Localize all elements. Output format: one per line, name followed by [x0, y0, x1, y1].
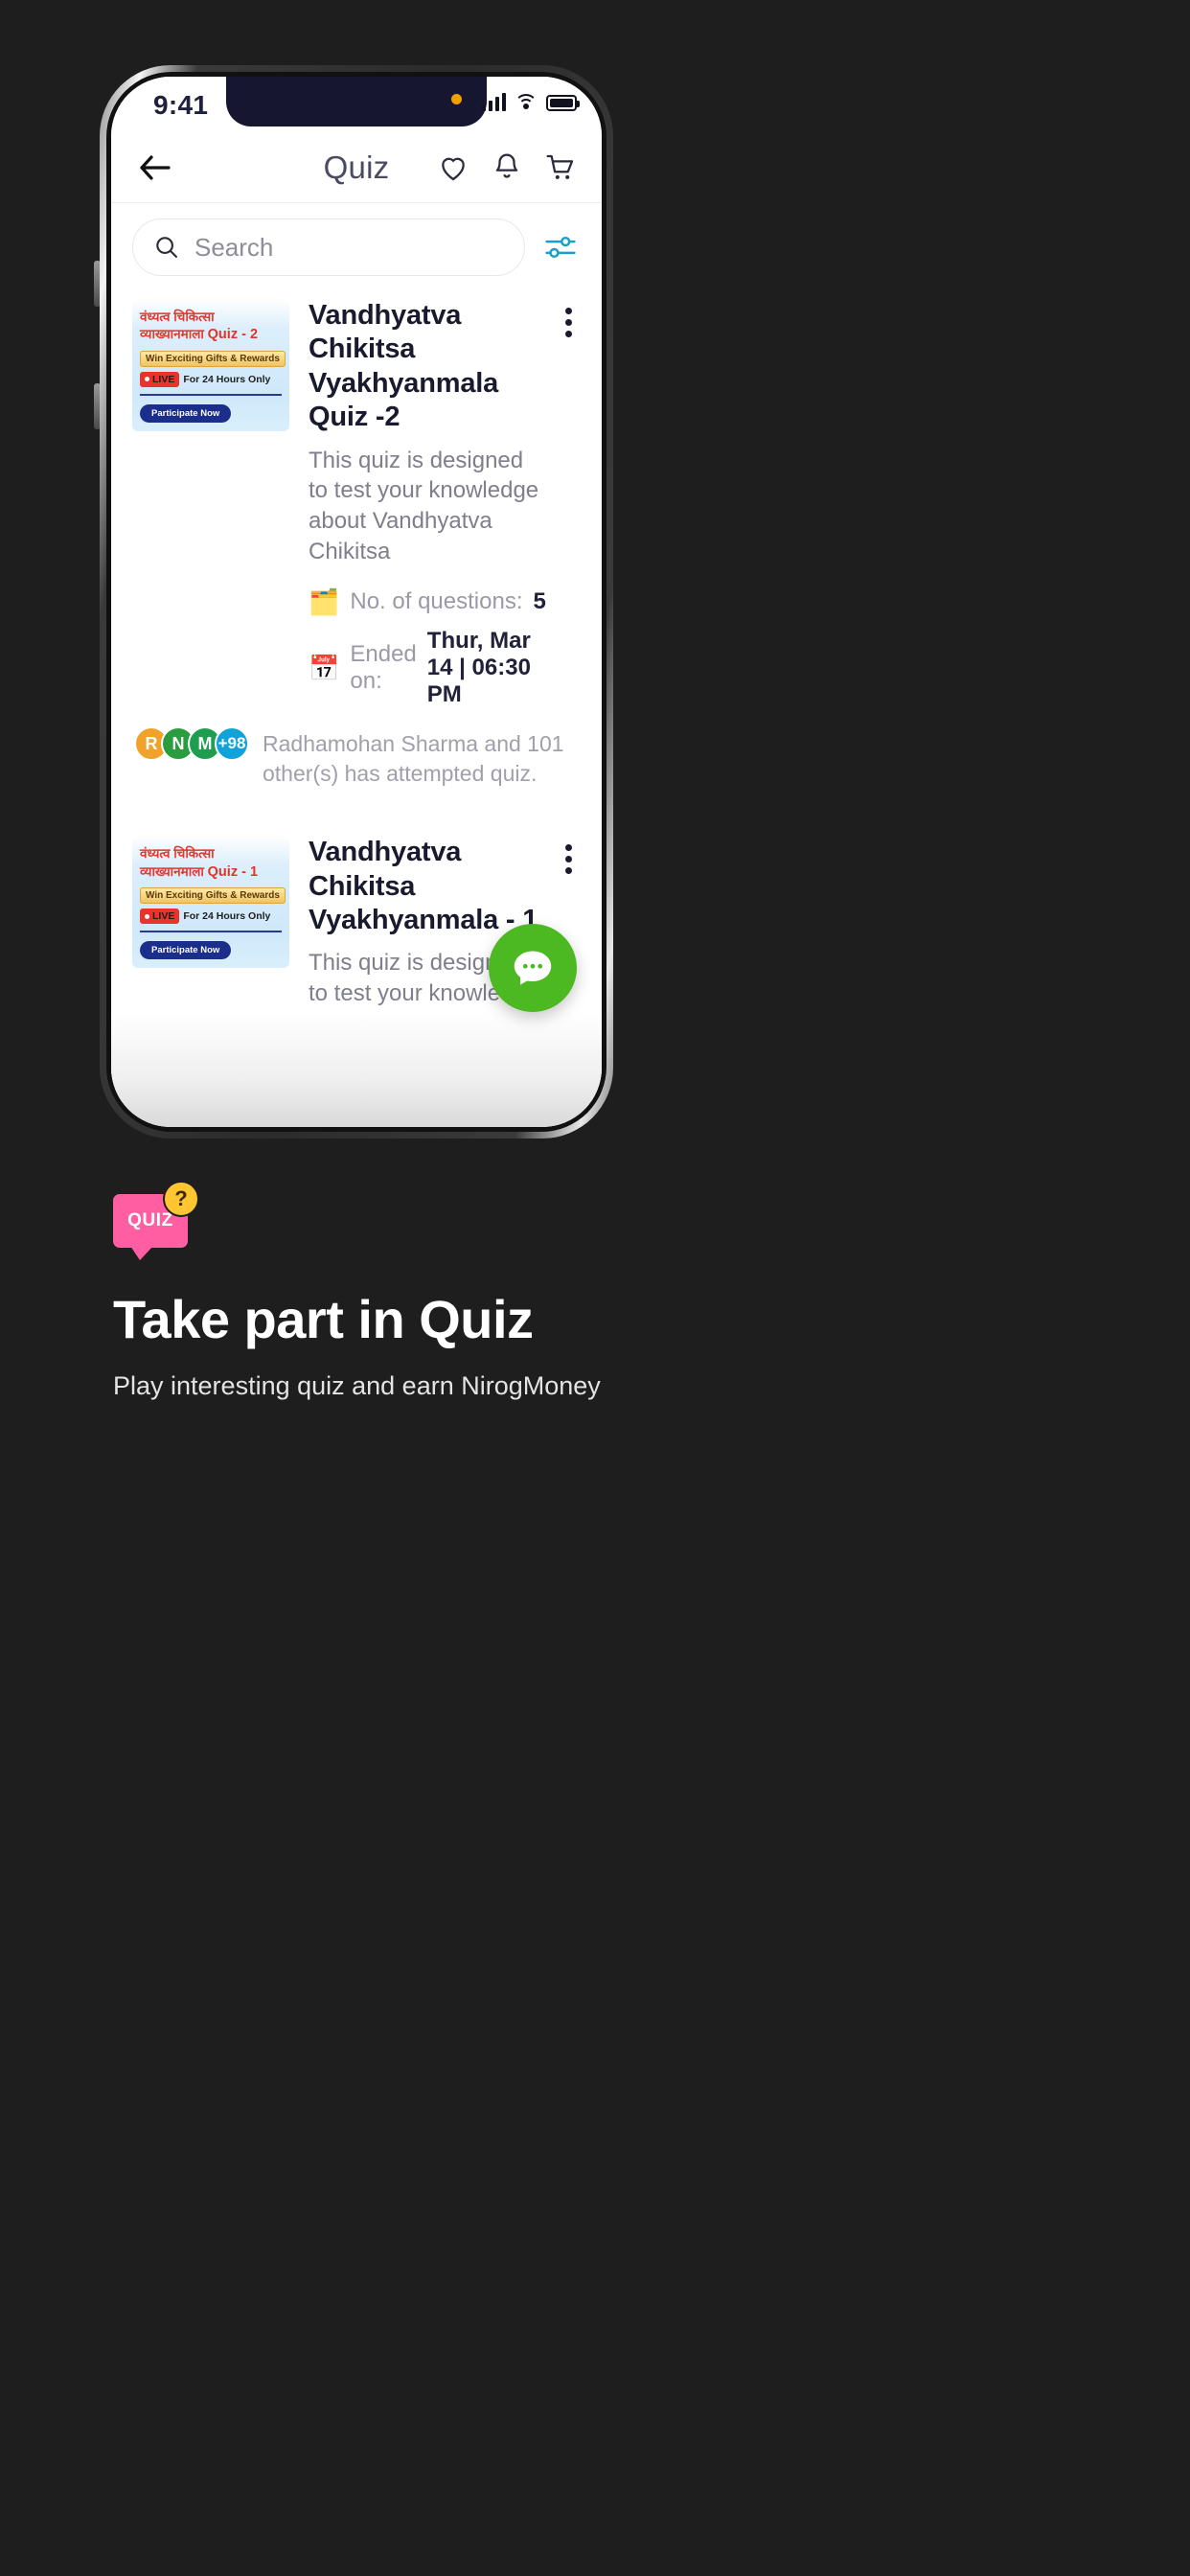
- questions-value: 5: [533, 588, 546, 615]
- search-icon: [156, 237, 177, 258]
- questions-label: No. of questions:: [350, 588, 523, 615]
- card-gap: [111, 797, 602, 822]
- search-row: Search: [111, 203, 602, 286]
- cellular-signal-icon: [481, 92, 506, 111]
- avatar-group[interactable]: R N M +98: [134, 726, 249, 762]
- status-time: 9:41: [153, 90, 209, 120]
- quiz-meta: 🗂️ No. of questions: 5 📅 Ended on: Thur,…: [309, 588, 548, 708]
- camera-indicator-dot: [451, 94, 462, 104]
- bell-icon[interactable]: [491, 151, 523, 184]
- thumb-line1: वंध्यत्व चिकित्सा: [140, 310, 215, 324]
- thumb-divider: [140, 931, 282, 933]
- header-actions: [437, 151, 577, 184]
- search-input[interactable]: Search: [132, 218, 525, 276]
- quiz-card[interactable]: वंध्यत्व चिकित्सा व्याख्यानमाला Quiz - 2…: [111, 286, 602, 797]
- questions-row: 🗂️ No. of questions: 5: [309, 588, 548, 615]
- notch: [226, 77, 487, 126]
- quiz-title: Vandhyatva Chikitsa Vyakhyanmala Quiz -2: [309, 300, 499, 433]
- calendar-clock-icon: 📅: [309, 654, 340, 683]
- ended-value: Thur, Mar 14 | 06:30 PM: [426, 628, 531, 708]
- attempt-row: R N M +98 Radhamohan Sharma and 101 othe…: [132, 726, 581, 788]
- battery-icon: [546, 95, 580, 111]
- questions-list-icon: 🗂️: [309, 587, 340, 617]
- quiz-badge-icon: QUIZ ?: [113, 1181, 217, 1269]
- attempt-text: Radhamohan Sharma and 101 other(s) has a…: [263, 731, 564, 786]
- thumb-live-text: For 24 Hours Only: [183, 373, 271, 385]
- thumb-line1: वंध्यत्व चिकित्सा: [140, 846, 215, 862]
- heart-icon[interactable]: [437, 151, 469, 184]
- quiz-title: Vandhyatva Chikitsa Vyakhyanmala - 1: [309, 837, 538, 936]
- quiz-description: This quiz is designed to test your knowl…: [309, 447, 539, 565]
- back-arrow-icon[interactable]: [136, 149, 174, 187]
- thumb-rewards-pill: Win Exciting Gifts & Rewards: [140, 350, 286, 367]
- screenshot-root: 9:41 Quiz Search वंध्यत्व चिकित्सा व्याख…: [0, 0, 1190, 2576]
- status-bar: 9:41: [111, 77, 602, 132]
- search-placeholder: Search: [195, 232, 274, 262]
- chat-bubble-icon[interactable]: [489, 924, 577, 1012]
- phone-screen: 9:41 Quiz Search वंध्यत्व चिकित्सा व्याख…: [111, 77, 602, 1127]
- live-badge: LIVE: [140, 908, 180, 925]
- question-mark-icon: ?: [163, 1181, 199, 1217]
- app-header: Quiz: [111, 132, 602, 203]
- bottom-fade: [111, 1012, 602, 1127]
- caption-title: Take part in Quiz: [113, 1289, 534, 1349]
- more-options-icon[interactable]: [556, 305, 581, 339]
- more-options-icon[interactable]: [556, 841, 581, 876]
- filter-sort-icon[interactable]: [540, 227, 581, 267]
- ended-row: 📅 Ended on: Thur, Mar 14 | 06:30 PM: [309, 628, 548, 708]
- quiz-badge-text: QUIZ: [127, 1210, 173, 1230]
- thumb-line2: व्याख्यानमाला: [140, 327, 204, 342]
- thumb-rewards-pill: Win Exciting Gifts & Rewards: [140, 887, 286, 905]
- thumb-quiz-no: Quiz - 1: [207, 863, 259, 880]
- thumb-live-text: For 24 Hours Only: [183, 910, 271, 923]
- avatar-more-count[interactable]: +98: [215, 726, 249, 762]
- quiz-thumbnail[interactable]: वंध्यत्व चिकित्सा व्याख्यानमाला Quiz - 2…: [132, 299, 289, 431]
- phone-frame: 9:41 Quiz Search वंध्यत्व चिकित्सा व्याख…: [100, 65, 613, 1138]
- phone-bezel: 9:41 Quiz Search वंध्यत्व चिकित्सा व्याख…: [106, 72, 606, 1132]
- live-badge: LIVE: [140, 371, 180, 387]
- thumb-line2: व्याख्यानमाला: [140, 863, 204, 879]
- cart-icon[interactable]: [544, 151, 577, 184]
- status-icons: [481, 92, 580, 111]
- wifi-icon: [515, 92, 538, 111]
- thumb-divider: [140, 393, 282, 396]
- caption-block: QUIZ ? Take part in Quiz Play interestin…: [113, 1181, 1071, 1401]
- caption-subtitle: Play interesting quiz and earn NirogMone…: [113, 1371, 601, 1400]
- quiz-thumbnail[interactable]: वंध्यत्व चिकित्सा व्याख्यानमाला Quiz - 1…: [132, 836, 289, 969]
- participate-now-button[interactable]: Participate Now: [140, 403, 232, 423]
- thumb-quiz-no: Quiz - 2: [207, 327, 259, 343]
- ended-label: Ended on:: [350, 641, 417, 695]
- participate-now-button[interactable]: Participate Now: [140, 941, 232, 960]
